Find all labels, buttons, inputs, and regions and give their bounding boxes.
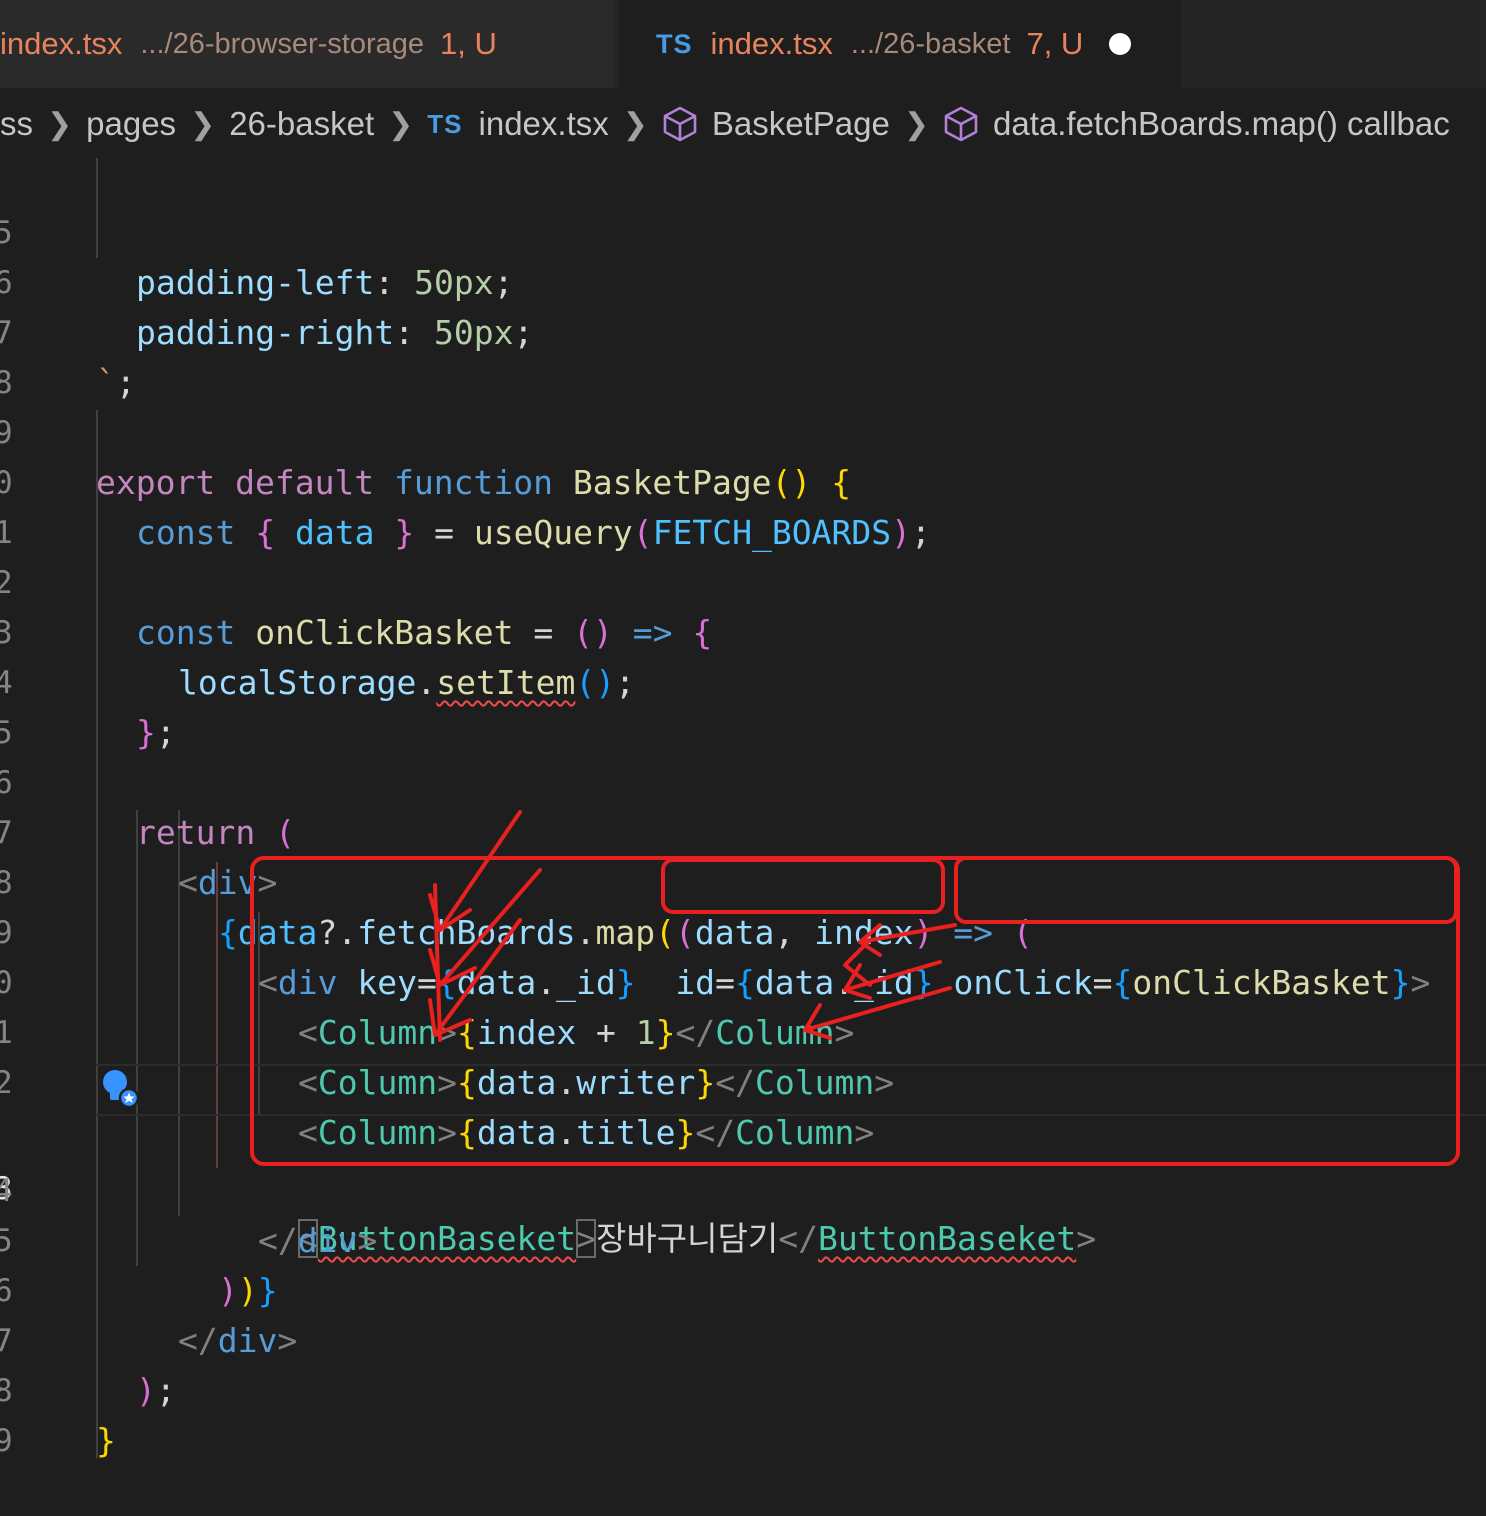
chevron-right-icon: ❯	[190, 107, 216, 141]
breadcrumb-file-label: index.tsx	[478, 105, 609, 142]
breadcrumb-callback-label: data.fetchBoards.map() callbac	[993, 105, 1450, 142]
code-editor[interactable]: 5 padding-left: 50px; 6 padding-right: 5…	[0, 158, 1486, 1460]
code-line[interactable]: 5	[0, 658, 1486, 751]
tab-file-path: .../26-basket	[850, 27, 1011, 60]
code-line[interactable]: 7 <div>	[0, 758, 1486, 902]
code-line[interactable]: 6 return (	[0, 708, 1486, 852]
tab-index-browser-storage[interactable]: index.tsx .../26-browser-storage 1, U	[0, 0, 614, 88]
code-line-current[interactable]: 3 <ButtonBaseket>장바구니담기</ButtonBaseket>	[0, 1064, 1486, 1258]
chevron-right-icon: ❯	[622, 107, 648, 141]
code-token: }	[96, 1421, 116, 1460]
code-line[interactable]: 6 padding-right: 50px;	[0, 208, 1486, 352]
line-number: 9	[0, 1423, 13, 1459]
symbol-method-icon	[662, 105, 698, 143]
code-line[interactable]: 7 );	[0, 1266, 1486, 1410]
editor-tab-bar: index.tsx .../26-browser-storage 1, U TS…	[0, 0, 1486, 88]
code-line[interactable]: 4 };	[0, 608, 1486, 752]
code-line[interactable]: 2 <Column>{data.title}</Column>	[0, 1008, 1486, 1152]
code-line[interactable]: 6 </div>	[0, 1216, 1486, 1360]
breadcrumb-item-folder[interactable]: 26-basket	[229, 105, 374, 143]
breadcrumb-item-callback[interactable]: data.fetchBoards.map() callbac	[943, 105, 1450, 143]
code-line[interactable]: 7 `;	[0, 258, 1486, 402]
chevron-right-icon: ❯	[47, 107, 73, 141]
code-line[interactable]: 1	[0, 458, 1486, 551]
breadcrumb-item-file[interactable]: TS index.tsx	[427, 105, 608, 143]
symbol-method-icon	[943, 105, 979, 143]
typescript-icon: TS	[427, 108, 463, 139]
code-line[interactable]: 5 padding-left: 50px;	[0, 158, 1486, 302]
chevron-right-icon: ❯	[388, 107, 414, 141]
tab-problem-status: 7, U	[1026, 26, 1084, 61]
lightbulb-sparkle-icon[interactable]	[100, 1068, 142, 1117]
code-line[interactable]: 9 export default function BasketPage() {	[0, 358, 1486, 502]
tab-file-name: index.tsx	[0, 26, 123, 61]
tab-problem-status: 1, U	[440, 26, 497, 61]
breadcrumb-function-label: BasketPage	[711, 105, 890, 142]
tab-index-basket[interactable]: TS index.tsx .../26-basket 7, U	[618, 0, 1182, 88]
breadcrumb-item-ss[interactable]: ss	[0, 105, 33, 143]
tab-file-name: index.tsx	[710, 26, 833, 61]
code-line[interactable]: 2 const onClickBasket = () => {	[0, 508, 1486, 652]
typescript-icon: TS	[656, 28, 693, 59]
code-line[interactable]: 9 <div key={data._id} id={data._id} onCl…	[0, 858, 1486, 1002]
code-line[interactable]: 3 localStorage.setItem();	[0, 558, 1486, 702]
code-line[interactable]: 8 {data?.fetchBoards.map((data, index) =…	[0, 808, 1486, 952]
code-line[interactable]: 1 <Column>{data.writer}</Column>	[0, 958, 1486, 1102]
code-line[interactable]: 8 }	[0, 1316, 1486, 1460]
chevron-right-icon: ❯	[903, 107, 929, 141]
code-line[interactable]: 4 </div>	[0, 1116, 1486, 1260]
code-line[interactable]: 0 const { data } = useQuery(FETCH_BOARDS…	[0, 408, 1486, 552]
dirty-dot-icon[interactable]	[1109, 33, 1132, 55]
code-line[interactable]: 8	[0, 308, 1486, 401]
current-line-highlight	[96, 1064, 1486, 1116]
code-line[interactable]: 5 ))}	[0, 1166, 1486, 1310]
breadcrumb: ss ❯ pages ❯ 26-basket ❯ TS index.tsx ❯ …	[0, 94, 1486, 154]
code-line[interactable]: 9	[0, 1366, 1486, 1459]
tab-file-path: .../26-browser-storage	[140, 27, 425, 60]
breadcrumb-item-function[interactable]: BasketPage	[662, 105, 890, 143]
code-line[interactable]: 0 <Column>{index + 1}</Column>	[0, 908, 1486, 1052]
breadcrumb-item-pages[interactable]: pages	[86, 105, 176, 143]
